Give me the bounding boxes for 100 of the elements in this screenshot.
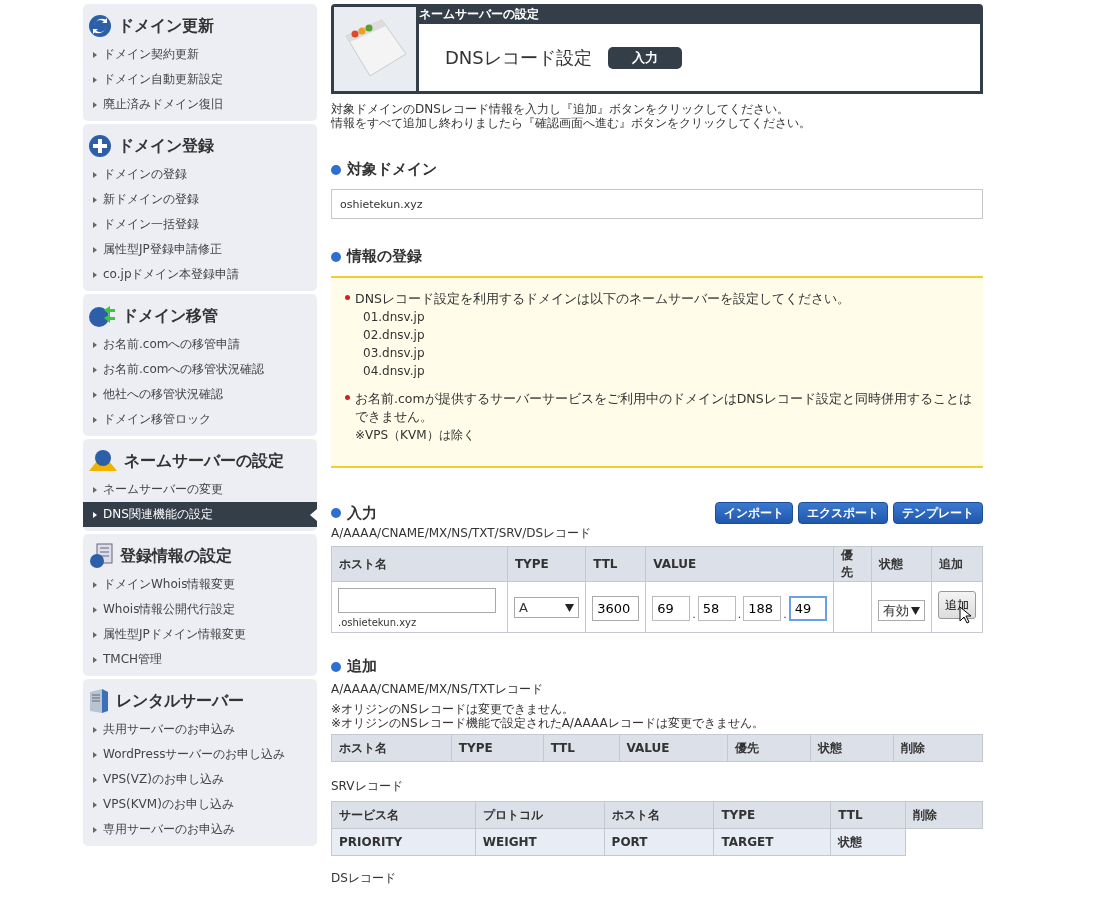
sidebar-link[interactable]: お名前.comへの移管状況確認 [103,361,265,378]
sidebar-link[interactable]: 廃止済みドメイン復旧 [103,96,223,113]
sidebar-item[interactable]: お名前.comへの移管状況確認 [83,357,317,382]
bullet-icon [93,196,97,203]
sidebar-link[interactable]: 属性型JPドメイン情報変更 [103,626,246,643]
table-header-cell: 削除 [893,734,983,762]
instruction-text: 情報をすべて追加し終わりましたら『確認画面へ進む』ボタンをクリックしてください。 [331,116,812,130]
section-heading: 入力 [347,503,377,523]
sidebar-item[interactable]: 専用サーバーのお申込み [83,817,317,842]
sidebar-item[interactable]: ドメイン契約更新 [83,42,317,67]
sidebar-link[interactable]: co.jpドメイン本登録申請 [103,266,240,283]
sidebar-item[interactable]: ドメイン自動更新設定 [83,67,317,92]
user-icon [88,449,118,473]
globe-arrows-icon [88,304,116,328]
sidebar-link[interactable]: Whois情報公開代行設定 [103,601,236,618]
sidebar-link[interactable]: 新ドメインの登録 [103,191,199,208]
sidebar-link[interactable]: 専用サーバーのお申込み [103,821,235,838]
sidebar-link[interactable]: 共用サーバーのお申込み [103,721,235,738]
sidebar-item[interactable]: お名前.comへの移管申請 [83,332,317,357]
action-button[interactable]: エクスポート [798,502,888,524]
sidebar-link[interactable]: VPS(KVM)のお申し込み [103,796,234,813]
instruction-text: 対象ドメインのDNSレコード情報を入力し『追加』ボタンをクリックしてください。 [331,102,790,116]
action-button[interactable]: テンプレート [893,502,983,524]
ip-input[interactable]: 69 [652,596,691,621]
table-header-cell: プロトコル [475,801,605,829]
sidebar-heading: ネームサーバーの設定 [124,450,284,472]
sidebar-item[interactable]: WordPressサーバーのお申し込み [83,742,317,767]
section-heading: 情報の登録 [347,247,422,266]
bullet-dot [331,164,341,175]
bullet-icon [93,631,97,638]
bullet-icon [93,171,97,178]
bullet-icon [93,581,97,588]
table-header-cell: VALUE [645,546,834,582]
sidebar-link[interactable]: 属性型JP登録申請修正 [103,241,222,258]
bullet-icon [93,341,97,348]
bullet-icon [93,391,97,398]
refresh-icon [88,14,112,38]
sidebar-link[interactable]: ドメイン自動更新設定 [103,71,223,88]
note-text: ※オリジンのNSレコード機能で設定されたA/AAAAレコードは変更できません。 [331,716,765,730]
sidebar-item[interactable]: TMCH管理 [83,647,317,672]
sidebar-link[interactable]: お名前.comへの移管申請 [103,336,241,353]
sidebar-item[interactable]: 属性型JP登録申請修正 [83,237,317,262]
sidebar-item[interactable]: VPS(KVM)のお申し込み [83,792,317,817]
sidebar-item[interactable]: co.jpドメイン本登録申請 [83,262,317,287]
type-select[interactable]: A [513,597,580,618]
sidebar-item[interactable]: ドメイン移管ロック [83,407,317,432]
sidebar-item[interactable]: 共用サーバーのお申込み [83,717,317,742]
sidebar-link[interactable]: DNS関連機能の設定 [103,506,213,523]
bullet-icon [93,801,97,808]
sidebar-item[interactable]: ネームサーバーの変更 [83,477,317,502]
status-select[interactable]: 有効 [878,600,925,621]
sidebar-item[interactable]: ドメインの登録 [83,162,317,187]
table-header-cell: TYPE [451,734,544,762]
sidebar-item[interactable]: Whois情報公開代行設定 [83,597,317,622]
table-header-cell: 優先 [727,734,811,762]
bullet-icon [93,751,97,758]
sidebar-link[interactable]: TMCH管理 [103,651,163,668]
sidebar-link[interactable]: ドメイン契約更新 [103,46,199,63]
bullet-dot [345,295,350,300]
ip-input[interactable]: 49 [788,596,827,621]
notice-line: 02.dnsv.jp [362,327,426,344]
bullet-icon [93,826,97,833]
server-icon [88,688,110,714]
notice-line: 03.dnsv.jp [362,345,426,362]
sidebar-link[interactable]: 他社への移管状況確認 [103,386,223,403]
host-input[interactable] [338,588,496,613]
document-icon [88,543,114,569]
bullet-icon [93,486,97,493]
pointer-notch [310,509,317,521]
ttl-input[interactable]: 3600 [592,596,640,621]
sidebar-item[interactable]: DNS関連機能の設定 [83,502,317,527]
sidebar-link[interactable]: WordPressサーバーのお申し込み [103,746,286,763]
notice-line: 01.dnsv.jp [362,309,426,326]
sidebar-item[interactable]: 新ドメインの登録 [83,187,317,212]
table-header-cell: 状態 [871,546,932,582]
sidebar-heading: 登録情報の設定 [120,545,232,567]
sidebar-link[interactable]: VPS(VZ)のお申し込み [103,771,224,788]
table-header-cell: TYPE [713,801,831,829]
dot-separator: . [737,608,742,621]
table-header-cell: 状態 [810,734,894,762]
sidebar-item[interactable]: ドメインWhois情報変更 [83,572,317,597]
sidebar-link[interactable]: ネームサーバーの変更 [103,481,223,498]
section-heading: 対象ドメイン [347,160,437,179]
bullet-dot [331,251,341,262]
table-header-cell: 追加 [931,546,983,582]
table-header-cell: PRIORITY [331,828,476,856]
sidebar-item[interactable]: 廃止済みドメイン復旧 [83,92,317,117]
srv-label: SRVレコード [331,778,404,795]
action-button[interactable]: インポート [715,502,793,524]
sidebar-link[interactable]: ドメインの登録 [103,166,187,183]
sidebar-link[interactable]: ドメイン移管ロック [103,411,211,428]
ip-input[interactable]: 188 [743,596,782,621]
sidebar-item[interactable]: 他社への移管状況確認 [83,382,317,407]
ip-input[interactable]: 58 [697,596,736,621]
sidebar-item[interactable]: ドメイン一括登録 [83,212,317,237]
table-header-cell: TYPE [507,546,586,582]
sidebar-link[interactable]: ドメインWhois情報変更 [103,576,236,593]
sidebar-item[interactable]: 属性型JPドメイン情報変更 [83,622,317,647]
sidebar-link[interactable]: ドメイン一括登録 [103,216,199,233]
sidebar-item[interactable]: VPS(VZ)のお申し込み [83,767,317,792]
